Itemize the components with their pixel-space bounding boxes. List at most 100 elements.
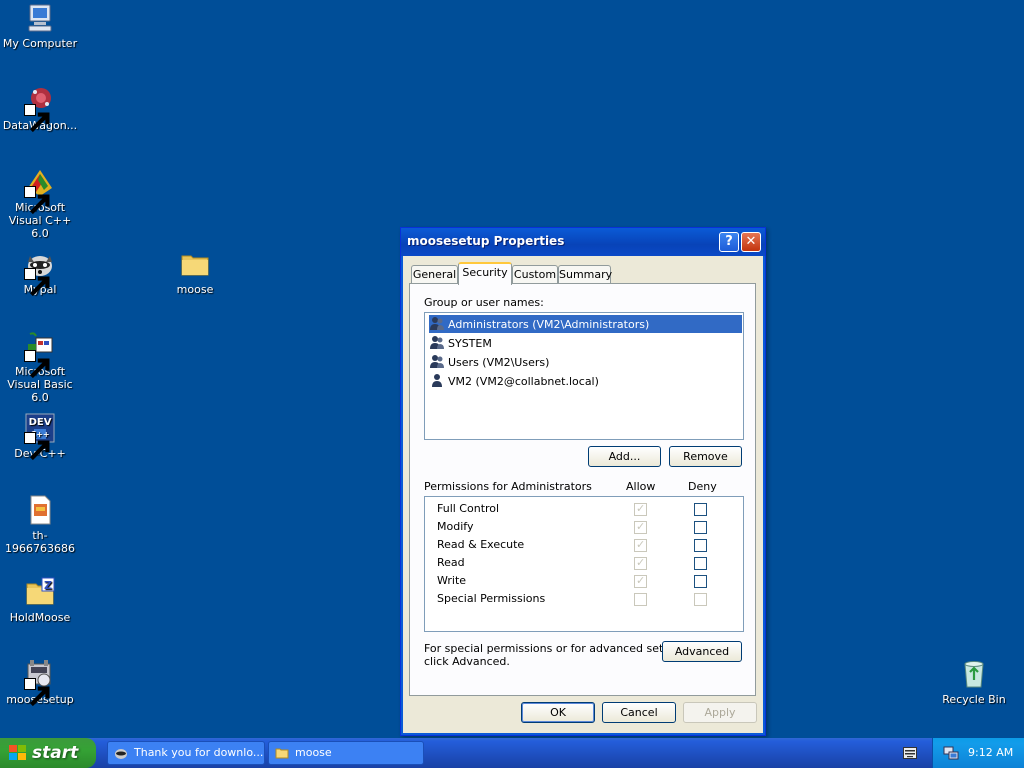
clock[interactable]: 9:12 AM [968, 738, 1013, 768]
apply-button[interactable]: Apply [683, 702, 757, 723]
desktop-icon-visual-cpp[interactable]: Microsoft Visual C++ 6.0 [0, 166, 80, 240]
devcpp-icon: DEV C++ [24, 412, 56, 461]
datawagon-icon [24, 84, 56, 133]
desktop-icon-devcpp[interactable]: DEV C++ Dev-C++ [0, 412, 80, 461]
system-tray: 9:12 AM [932, 738, 1024, 768]
permission-name: Read [437, 556, 465, 569]
remove-button[interactable]: Remove [669, 446, 742, 467]
recycle-bin-icon [958, 658, 990, 690]
list-item-label: SYSTEM [448, 337, 492, 350]
desktop-icon-datawagon[interactable]: DataWagon... [0, 84, 80, 133]
tab-summary[interactable]: Summary [558, 265, 612, 283]
taskbar-item-browser[interactable]: Thank you for downlo... [107, 741, 265, 765]
permission-row-read-execute: Read & Execute ✓ [437, 536, 737, 554]
user-icon [429, 372, 445, 388]
tab-security[interactable]: Security [458, 262, 512, 285]
group-names-label: Group or user names: [424, 296, 544, 309]
permission-name: Special Permissions [437, 592, 546, 605]
svg-text:Z: Z [44, 579, 52, 592]
taskbar-item-label: Thank you for downlo... [134, 746, 264, 759]
taskbar-item-label: moose [295, 746, 332, 759]
desktop-icon-moose-folder[interactable]: moose [155, 248, 235, 296]
permission-name: Modify [437, 520, 474, 533]
list-item-administrators[interactable]: Administrators (VM2\Administrators) [429, 315, 742, 333]
list-item-vm2[interactable]: VM2 (VM2@collabnet.local) [429, 372, 742, 390]
installer-icon [24, 658, 56, 707]
my-computer-icon [24, 2, 56, 34]
help-button[interactable]: ? [719, 232, 739, 252]
add-button[interactable]: Add... [588, 446, 661, 467]
desktop-icon-holdmoose[interactable]: Z HoldMoose [0, 576, 80, 624]
list-item-users[interactable]: Users (VM2\Users) [429, 353, 742, 371]
desktop-icon-label: Recycle Bin [942, 693, 1006, 706]
advanced-note-line2: click Advanced. [424, 655, 510, 668]
user-list[interactable]: Administrators (VM2\Administrators) SYST… [424, 312, 744, 440]
visual-cpp-icon [24, 166, 56, 215]
network-icon[interactable] [943, 745, 959, 761]
image-file-icon [24, 494, 56, 526]
desktop-icon-label: th-1966763686 [5, 529, 75, 555]
list-item-label: Administrators (VM2\Administrators) [448, 318, 650, 331]
advanced-note-line1: For special permissions or for advanced … [424, 642, 694, 655]
allow-checkbox: ✓ [634, 502, 647, 516]
desktop-icon-label: My Computer [2, 37, 78, 50]
allow-checkbox: ✓ [634, 574, 647, 588]
shortcut-arrow-icon [24, 186, 50, 215]
shortcut-arrow-icon [24, 678, 50, 707]
security-panel: Group or user names: Administrators (VM2… [409, 283, 756, 696]
deny-checkbox[interactable] [694, 521, 707, 534]
allow-checkbox: ✓ [634, 556, 647, 570]
permission-name: Full Control [437, 502, 500, 515]
deny-checkbox[interactable] [694, 557, 707, 570]
visual-basic-icon [24, 330, 56, 379]
desktop-icon-recycle-bin[interactable]: Recycle Bin [934, 658, 1014, 706]
allow-checkbox [634, 593, 647, 606]
desktop-icon-my-computer[interactable]: My Computer [0, 2, 80, 50]
desktop-icon-moosesetup[interactable]: moosesetup [0, 658, 80, 707]
dialog-title: moosesetup Properties [407, 234, 565, 248]
user-group-icon [429, 315, 445, 331]
folder-icon [179, 248, 211, 280]
allow-checkbox: ✓ [634, 538, 647, 552]
keyboard-icon[interactable] [903, 747, 917, 759]
deny-column-header: Deny [688, 480, 717, 493]
desktop-icon-visual-basic[interactable]: Microsoft Visual Basic 6.0 [0, 330, 80, 404]
start-button[interactable]: start [0, 738, 96, 768]
desktop-icon-label: HoldMoose [9, 611, 71, 624]
permissions-list[interactable]: Full Control ✓ Modify ✓ Read & Execute ✓… [424, 496, 744, 632]
folder-icon [275, 748, 289, 759]
taskbar: start Thank you for downlo... moose 9:12… [0, 738, 1024, 768]
permission-row-special: Special Permissions [437, 590, 737, 608]
close-button[interactable]: ✕ [741, 232, 761, 252]
list-item-system[interactable]: SYSTEM [429, 334, 742, 352]
deny-checkbox[interactable] [694, 575, 707, 588]
ok-button[interactable]: OK [521, 702, 595, 723]
shortcut-arrow-icon [24, 350, 50, 379]
tab-general[interactable]: General [411, 265, 458, 283]
windows-logo-icon [9, 745, 26, 760]
permission-name: Write [437, 574, 467, 587]
mypal-icon [24, 248, 56, 297]
desktop-icon-mypal[interactable]: Mypal [0, 248, 80, 297]
properties-dialog: moosesetup Properties ? ✕ General Securi… [400, 227, 766, 736]
start-label: start [32, 743, 79, 763]
deny-checkbox[interactable] [694, 503, 707, 516]
list-item-label: Users (VM2\Users) [448, 356, 550, 369]
cancel-button[interactable]: Cancel [602, 702, 676, 723]
permission-row-full-control: Full Control ✓ [437, 500, 737, 518]
browser-icon [115, 749, 127, 759]
taskbar-item-moose[interactable]: moose [268, 741, 424, 765]
shortcut-arrow-icon [24, 268, 50, 297]
permission-row-write: Write ✓ [437, 572, 737, 590]
permission-row-read: Read ✓ [437, 554, 737, 572]
advanced-button[interactable]: Advanced [662, 641, 742, 662]
desktop-icon-image-file[interactable]: th-1966763686 [0, 494, 80, 555]
svg-text:DEV: DEV [29, 417, 52, 428]
permissions-label: Permissions for Administrators [424, 480, 592, 493]
user-group-icon [429, 353, 445, 369]
permission-name: Read & Execute [437, 538, 525, 551]
dialog-titlebar[interactable]: moosesetup Properties ? ✕ [401, 228, 765, 256]
allow-checkbox: ✓ [634, 520, 647, 534]
tab-custom[interactable]: Custom [512, 265, 558, 283]
deny-checkbox[interactable] [694, 539, 707, 552]
